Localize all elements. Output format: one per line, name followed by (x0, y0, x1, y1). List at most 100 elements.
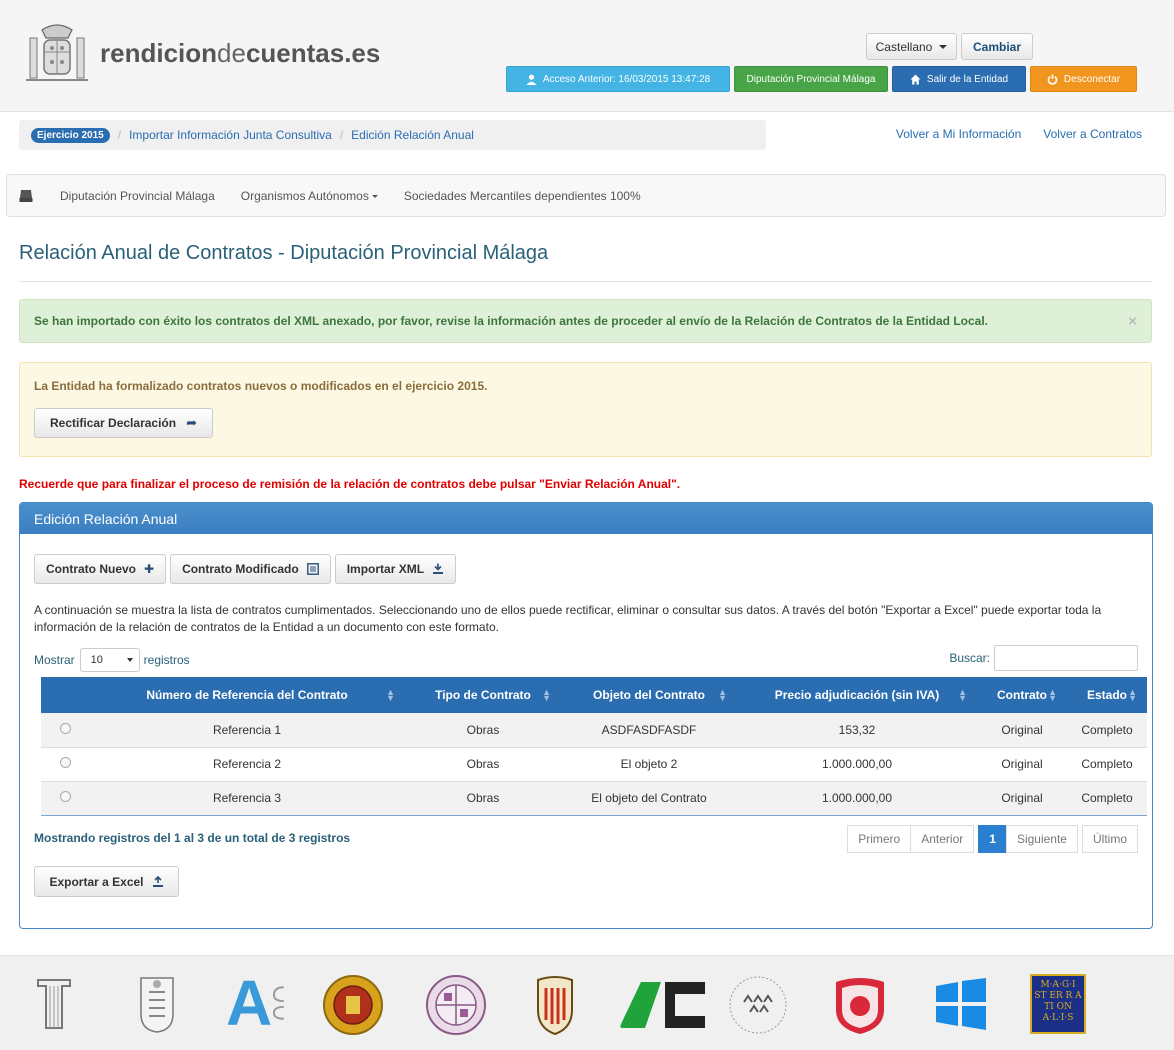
power-icon (1047, 74, 1058, 85)
cell-precio: 1.000.000,00 (821, 757, 893, 771)
entity-navbar: Diputación Provincial Málaga Organismos … (6, 174, 1166, 217)
table-row[interactable]: Referencia 3 Obras El objeto del Contrat… (41, 781, 1147, 815)
warning-alert: La Entidad ha formalizado contratos nuev… (19, 362, 1152, 457)
year-badge[interactable]: Ejercicio 2015 (31, 127, 110, 143)
footer-logos: A M·A·G·I ST ER R A TI ON A·L·I·S (0, 955, 1174, 1050)
table-row[interactable]: Referencia 2 Obras El objeto 2 1.000.000… (41, 747, 1147, 781)
breadcrumb-link-import[interactable]: Importar Información Junta Consultiva (129, 128, 332, 142)
page-first-button[interactable]: Primero (847, 825, 912, 853)
row-radio[interactable] (59, 791, 71, 802)
page-next-button[interactable]: Siguiente (1005, 825, 1078, 853)
nav-item-diputacion[interactable]: Diputación Provincial Málaga (60, 189, 215, 203)
search-input[interactable] (994, 645, 1138, 671)
last-access-label: Acceso Anterior: 16/03/2015 13:47:28 (542, 73, 711, 85)
column-label: Contrato (997, 688, 1047, 702)
cell-contrato: Original (1001, 722, 1043, 737)
nav-item-sociedades[interactable]: Sociedades Mercantiles dependientes 100% (404, 189, 641, 203)
tribunal-cuentas-logo[interactable] (34, 974, 74, 1034)
export-excel-button[interactable]: Exportar a Excel (34, 866, 179, 897)
column-label: Precio adjudicación (sin IVA) (774, 688, 940, 702)
breadcrumb-link-edicion[interactable]: Edición Relación Anual (351, 128, 474, 142)
success-alert: Se han importado con éxito los contratos… (19, 299, 1152, 343)
row-radio[interactable] (59, 722, 71, 734)
column-header[interactable]: Objeto del Contrato ▲ ▼ (561, 677, 737, 713)
column-header[interactable]: Estado ▲ ▼ (1067, 677, 1147, 713)
search-control: Buscar: (949, 645, 1138, 671)
sindicatura-catalunya-logo[interactable] (619, 980, 709, 1030)
column-label: Número de Referencia del Contrato (146, 688, 348, 702)
cell-tipo: Obras (466, 722, 500, 737)
page-length-select[interactable]: 10 (79, 648, 140, 672)
header-actions: Acceso Anterior: 16/03/2015 13:47:28 Dip… (506, 66, 1137, 92)
column-header[interactable]: Contrato ▲ ▼ (977, 677, 1067, 713)
entity-button[interactable]: Diputación Provincial Málaga (734, 66, 888, 92)
import-xml-button[interactable]: Importar XML (334, 554, 457, 584)
sindicatura-valencia-logo[interactable] (534, 974, 576, 1036)
castilla-la-mancha-seal[interactable] (322, 974, 384, 1036)
site-logo[interactable]: rendiciondecuentas.es (22, 22, 380, 92)
windows-logo[interactable] (934, 978, 988, 1030)
back-to-contracts-link[interactable]: Volver a Contratos (1043, 127, 1142, 141)
castilla-leon-seal[interactable] (424, 974, 488, 1036)
select-column-header (41, 677, 89, 713)
consello-cuentas-galicia-logo[interactable] (832, 974, 888, 1036)
logout-button[interactable]: Desconectar (1030, 66, 1137, 92)
magistratus-logo[interactable]: M·A·G·I ST ER R A TI ON A·L·I·S (1030, 974, 1086, 1034)
show-label: Mostrar (34, 653, 75, 667)
audit-ac-logo[interactable]: A (226, 970, 286, 1036)
records-label: registros (143, 653, 190, 667)
page-current-button[interactable]: 1 (978, 825, 1007, 853)
cell-contrato: Original (1001, 757, 1043, 771)
camara-cuentas-andalucia-logo[interactable] (722, 974, 794, 1036)
back-to-my-info-link[interactable]: Volver a Mi Información (896, 127, 1021, 141)
language-value: Castellano (875, 39, 933, 54)
cell-precio: 153,32 (838, 722, 876, 737)
sort-icon: ▲ ▼ (1048, 687, 1057, 703)
sort-icon: ▲ ▼ (386, 687, 395, 703)
last-access-button[interactable]: Acceso Anterior: 16/03/2015 13:47:28 (506, 66, 730, 92)
page-last-button[interactable]: Último (1081, 825, 1138, 853)
rectify-declaration-button[interactable]: Rectificar Declaración ➦ (34, 408, 213, 438)
search-label: Buscar: (949, 651, 990, 665)
new-contract-label: Contrato Nuevo (46, 562, 136, 576)
column-header[interactable]: Tipo de Contrato ▲ ▼ (405, 677, 561, 713)
new-contract-button[interactable]: Contrato Nuevo ✚ (34, 554, 167, 584)
table-row[interactable]: Referencia 1 Obras ASDFASDFASDF 153,32 O… (41, 713, 1147, 747)
table-header-row: Número de Referencia del Contrato ▲ ▼ Tipo… (41, 677, 1147, 713)
column-header[interactable]: Número de Referencia del Contrato ▲ ▼ (89, 677, 405, 713)
hdd-icon[interactable] (19, 189, 33, 202)
sort-icon: ▲ ▼ (1128, 687, 1137, 703)
page-prev-button[interactable]: Anterior (910, 825, 975, 853)
breadcrumb: Ejercicio 2015 / Importar Información Ju… (19, 120, 766, 150)
coat-of-arms-icon (26, 24, 88, 81)
brand-part: rendicion (100, 37, 218, 68)
contracts-table: Número de Referencia del Contrato ▲ ▼ Tipo… (41, 677, 1147, 816)
nav-item-organismos-label: Organismos Autónomos (240, 188, 369, 203)
magistratura-logo[interactable] (131, 974, 183, 1036)
cell-contrato: Original (1001, 791, 1043, 805)
page-title: Relación Anual de Contratos - Diputación… (19, 242, 549, 264)
language-switcher: Castellano Cambiar (866, 33, 1033, 60)
panel-title: Edición Relación Anual (20, 503, 1152, 534)
change-language-button[interactable]: Cambiar (961, 33, 1033, 60)
exit-entity-button[interactable]: Salir de la Entidad (892, 66, 1026, 92)
close-icon[interactable]: × (1128, 313, 1137, 330)
reminder-text: Recuerde que para finalizar el proceso d… (19, 477, 681, 491)
language-select[interactable]: Castellano (866, 33, 957, 60)
column-label: Estado (1086, 688, 1127, 702)
nav-item-organismos[interactable]: Organismos Autónomos (241, 189, 378, 203)
brand-name: rendiciondecuentas.es (100, 38, 380, 69)
warning-alert-text: La Entidad ha formalizado contratos nuev… (34, 379, 488, 393)
brand-part: de (217, 37, 246, 68)
column-label: Objeto del Contrato (593, 688, 705, 702)
share-arrow-icon: ➦ (186, 415, 197, 430)
cell-objeto: El objeto 2 (620, 757, 678, 771)
column-header[interactable]: Precio adjudicación (sin IVA) ▲ ▼ (737, 677, 977, 713)
sort-icon: ▲ ▼ (542, 687, 551, 703)
modified-contract-button[interactable]: Contrato Modificado (170, 554, 331, 584)
sort-icon: ▲ ▼ (958, 687, 967, 703)
row-radio[interactable] (59, 757, 71, 768)
cell-objeto: El objeto del Contrato (591, 791, 707, 805)
breadcrumb-separator: / (117, 128, 122, 142)
cell-ref: Referencia 3 (212, 791, 282, 805)
